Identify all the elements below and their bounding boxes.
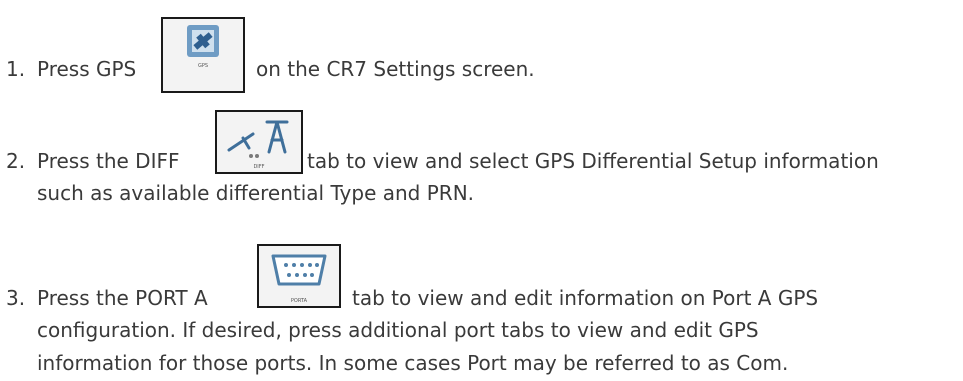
gps-satellite-icon: GPS [161, 17, 245, 93]
step-text-after-icon: tab to view and edit information on Port… [352, 286, 819, 310]
step-text-after-icon: on the CR7 Settings screen. [256, 57, 535, 81]
step-text-line-3: information for those ports. In some cas… [37, 351, 789, 375]
icon-caption: PORTA [290, 298, 308, 304]
differential-antenna-icon: DIFF [215, 110, 303, 174]
step-text-before-icon: Press the PORT A [37, 286, 208, 310]
step-text-line-2: configuration. If desired, press additio… [37, 318, 759, 342]
icon-caption: GPS [197, 63, 209, 69]
step-text-after-icon: tab to view and select GPS Differential … [307, 149, 879, 173]
step-text-before-icon: Press the DIFF [37, 149, 180, 173]
serial-port-icon: PORTA [257, 244, 341, 308]
step-number: 1. [6, 57, 26, 81]
icon-caption: DIFF [253, 164, 265, 170]
step-text-line-2: such as available differential Type and … [37, 181, 475, 205]
step-text-before-icon: Press GPS [37, 57, 137, 81]
step-number: 2. [6, 149, 26, 173]
step-number: 3. [6, 286, 26, 310]
